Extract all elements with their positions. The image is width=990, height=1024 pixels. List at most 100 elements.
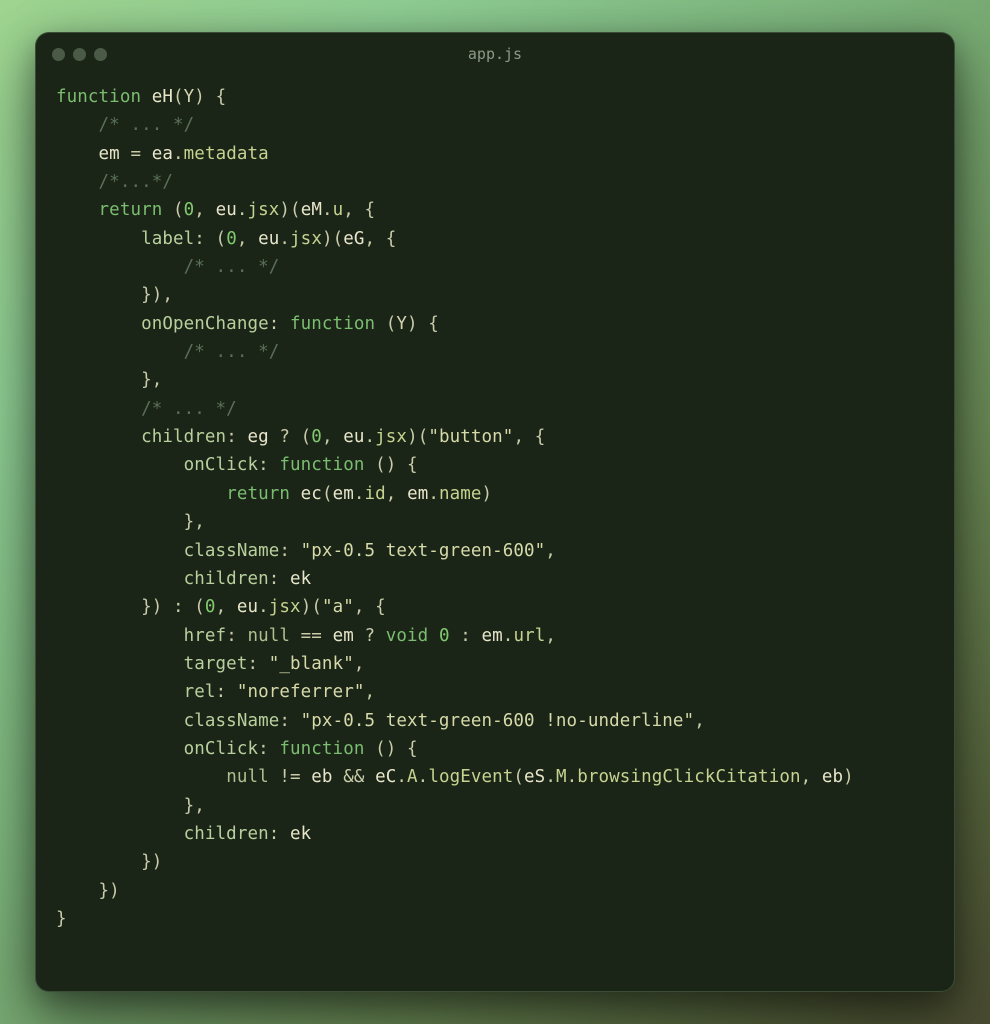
punc: : <box>269 569 290 589</box>
punc: , <box>322 427 343 447</box>
sp <box>290 484 301 504</box>
num: 0 <box>311 427 322 447</box>
comment: /* ... */ <box>99 115 195 135</box>
ident: em <box>407 484 428 504</box>
ident: eu <box>237 597 258 617</box>
dot: . <box>396 767 407 787</box>
minimize-icon[interactable] <box>73 48 86 61</box>
punc: }, <box>184 512 205 532</box>
ident: eC <box>375 767 396 787</box>
member: id <box>365 484 386 504</box>
string: "px-0.5 text-green-600 !no-underline" <box>301 711 695 731</box>
member: metadata <box>184 144 269 164</box>
ident: em <box>99 144 120 164</box>
member: logEvent <box>428 767 513 787</box>
dot: . <box>545 767 556 787</box>
punc: ? <box>354 626 386 646</box>
kw-return: return <box>99 200 163 220</box>
punc: () { <box>364 739 417 759</box>
punc: , <box>237 229 258 249</box>
punc: ( <box>173 87 184 107</box>
punc: )( <box>279 200 300 220</box>
punc: : <box>226 626 247 646</box>
ident: ec <box>301 484 322 504</box>
prop-key: onClick <box>184 455 258 475</box>
close-icon[interactable] <box>52 48 65 61</box>
ident: ek <box>290 824 311 844</box>
sp <box>428 626 439 646</box>
null: null <box>226 767 269 787</box>
kw-void: void <box>386 626 429 646</box>
kw-function: function <box>290 314 375 334</box>
num: 0 <box>439 626 450 646</box>
punc: ( <box>513 767 524 787</box>
punc: ( <box>322 484 333 504</box>
punc: ) <box>843 767 854 787</box>
member: name <box>439 484 482 504</box>
punc: ) <box>194 87 205 107</box>
op: == <box>290 626 333 646</box>
kw-function: function <box>279 455 364 475</box>
string: "noreferrer" <box>237 682 365 702</box>
dot: . <box>354 484 365 504</box>
punc: , <box>801 767 822 787</box>
punc: : <box>247 654 268 674</box>
punc: ( <box>375 314 396 334</box>
window-title: app.js <box>36 45 954 63</box>
punc: }, <box>184 796 205 816</box>
member: jsx <box>290 229 322 249</box>
ident: eu <box>258 229 279 249</box>
prop-key: label <box>141 229 194 249</box>
punc: , { <box>365 229 397 249</box>
member: jsx <box>248 200 280 220</box>
punc: , <box>216 597 237 617</box>
prop-key: onOpenChange <box>141 314 269 334</box>
member: url <box>513 626 545 646</box>
ident: em <box>333 484 354 504</box>
punc: } <box>56 909 67 929</box>
op: != <box>269 767 312 787</box>
member: u <box>333 200 344 220</box>
punc: : <box>226 427 247 447</box>
brace: { <box>216 87 227 107</box>
ident: eb <box>822 767 843 787</box>
punc: )( <box>301 597 322 617</box>
dot: . <box>567 767 578 787</box>
member: M <box>556 767 567 787</box>
ident: eu <box>216 200 237 220</box>
param: Y <box>396 314 407 334</box>
dot: . <box>365 427 376 447</box>
punc: ( <box>162 200 183 220</box>
ident: em <box>333 626 354 646</box>
punc: )( <box>322 229 343 249</box>
prop-key: className <box>184 541 280 561</box>
punc: ? ( <box>269 427 312 447</box>
punc: , { <box>513 427 545 447</box>
prop-key: className <box>184 711 280 731</box>
punc: : <box>450 626 482 646</box>
punc: , <box>545 626 556 646</box>
prop-key: onClick <box>184 739 258 759</box>
punc: : <box>216 682 237 702</box>
num: 0 <box>226 229 237 249</box>
member: browsingClickCitation <box>577 767 800 787</box>
punc: : <box>279 711 300 731</box>
titlebar: app.js <box>36 33 954 75</box>
punc: )( <box>407 427 428 447</box>
dot: . <box>237 200 248 220</box>
ident: em <box>482 626 503 646</box>
param: Y <box>184 87 195 107</box>
punc: , <box>364 682 375 702</box>
dot: . <box>173 144 184 164</box>
punc: }, <box>141 370 162 390</box>
zoom-icon[interactable] <box>94 48 107 61</box>
member: A <box>407 767 418 787</box>
prop-key: target <box>184 654 248 674</box>
code-editor[interactable]: function eH(Y) { /* ... */ em = ea.metad… <box>36 75 954 991</box>
punc: , <box>694 711 705 731</box>
ident: eu <box>343 427 364 447</box>
punc: , <box>545 541 556 561</box>
prop-key: children <box>141 427 226 447</box>
comment: /*...*/ <box>99 172 173 192</box>
op: && <box>333 767 376 787</box>
